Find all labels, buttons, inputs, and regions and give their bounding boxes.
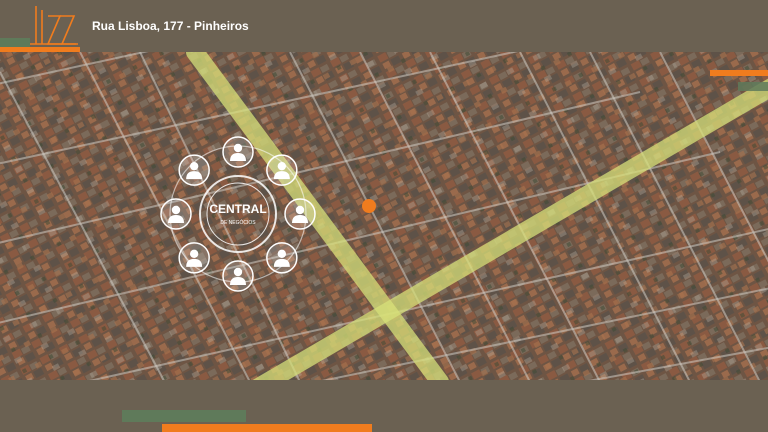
footer-bar [0,380,768,432]
property-location-marker [362,199,376,213]
decorative-orange-bar-bottom [162,424,372,432]
satellite-view: CENTRAL DE NEGÓCIOS [0,52,768,380]
hub-sublabel: DE NEGÓCIOS [220,219,256,226]
person-icon [178,242,210,274]
lizz-logo [30,6,78,45]
person-icon [222,260,254,292]
hub-label: CENTRAL [209,202,266,216]
property-address: Rua Lisboa, 177 - Pinheiros [92,19,249,33]
aerial-map: CENTRAL DE NEGÓCIOS [0,52,768,380]
header-bar: Rua Lisboa, 177 - Pinheiros [0,0,768,52]
person-icon [178,154,210,186]
decorative-green-bar [0,38,30,47]
person-icon [266,242,298,274]
decorative-orange-bar-right [710,70,768,76]
decorative-green-bar-bottom [122,410,246,422]
person-icon [222,136,254,168]
person-icon [160,198,192,230]
person-icon [284,198,316,230]
person-icon [266,154,298,186]
decorative-green-bar-right [738,82,768,91]
